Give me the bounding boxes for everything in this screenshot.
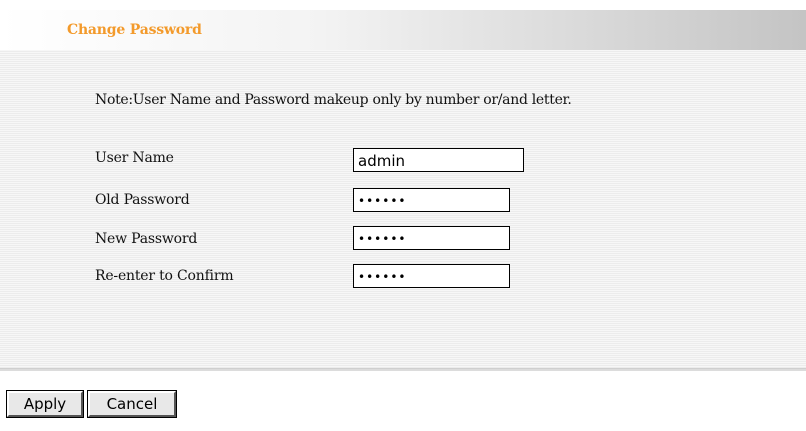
footer-divider — [0, 368, 806, 371]
username-input[interactable] — [353, 148, 524, 172]
new-password-input[interactable] — [353, 226, 510, 250]
section-title: Change Password — [67, 22, 202, 38]
old-password-input[interactable] — [353, 188, 510, 212]
cancel-button[interactable]: Cancel — [87, 390, 177, 418]
change-password-page: Change Password Note:User Name and Passw… — [0, 0, 806, 431]
confirm-password-input[interactable] — [353, 264, 510, 288]
old-password-label: Old Password — [95, 192, 190, 208]
apply-button[interactable]: Apply — [6, 390, 84, 418]
new-password-label: New Password — [95, 231, 198, 247]
username-label: User Name — [95, 150, 174, 166]
confirm-password-label: Re-enter to Confirm — [95, 268, 234, 284]
note-text: Note:User Name and Password makeup only … — [95, 92, 572, 108]
